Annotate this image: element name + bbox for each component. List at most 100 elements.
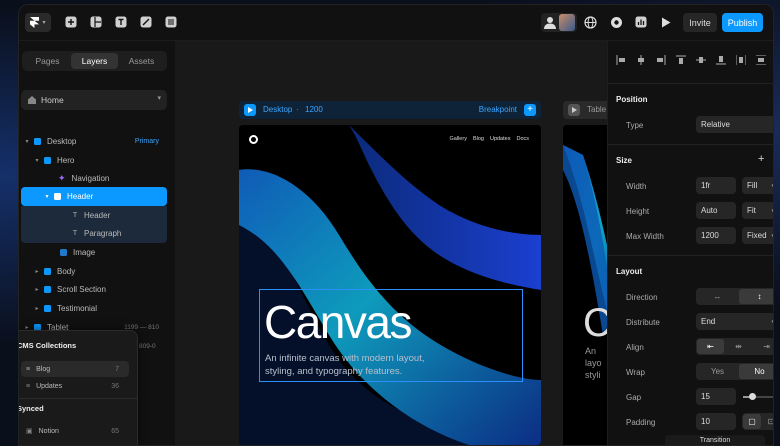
layer-hero[interactable]: ▾ Hero (33, 151, 74, 169)
layer-testimonial[interactable]: ▸ Testimonial (33, 299, 97, 317)
play-preview-icon[interactable] (659, 15, 673, 29)
globe-icon[interactable] (583, 15, 597, 29)
tablet-hero-subtitle: An layo styli (585, 345, 602, 381)
align-right-icon[interactable] (656, 55, 666, 65)
max-width-label: Max Width (626, 232, 664, 241)
direction-vertical-icon[interactable]: ↕ (739, 289, 773, 304)
height-mode-select[interactable]: Fit ▾ (742, 202, 773, 219)
layer-desktop[interactable]: ▾ Desktop Primary (23, 132, 167, 150)
nav-link-updates[interactable]: Updates (490, 136, 511, 142)
add-breakpoint-button[interactable]: + (524, 104, 536, 116)
cms-item-updates[interactable]: ≡ Updates 36 (21, 378, 129, 394)
gap-slider-handle[interactable] (749, 393, 756, 400)
layer-navigation[interactable]: ✦ Navigation (58, 169, 109, 187)
top-toolbar: ▾ Invite Publish (19, 5, 773, 41)
nav-link-gallery[interactable]: Gallery (450, 136, 467, 142)
cms-database-icon[interactable] (164, 15, 178, 29)
height-mode-value: Fit (747, 206, 756, 215)
align-center-icon[interactable]: ⇹ (725, 339, 752, 354)
width-mode-select[interactable]: Fill ▾ (742, 177, 773, 194)
layout-icon[interactable] (89, 15, 103, 29)
direction-label: Direction (626, 293, 658, 302)
desktop-frame-header[interactable]: Desktop · 1200 Breakpoint + (239, 101, 541, 119)
play-frame-icon[interactable] (244, 104, 256, 116)
align-end-icon[interactable]: ⇥ (753, 339, 773, 354)
canvas[interactable]: Desktop · 1200 Breakpoint + Gallery Blog… (175, 41, 623, 445)
invite-button[interactable]: Invite (683, 13, 717, 32)
max-width-value: 1200 (701, 231, 719, 240)
layer-header-text[interactable]: T Header (71, 206, 110, 224)
cms-collections-popup: CMS Collections ≡ Blog 7 ≡ Updates 36 Sy… (19, 330, 138, 445)
frame-separator: · (296, 105, 299, 114)
insert-icon[interactable] (64, 15, 78, 29)
layer-scroll-section[interactable]: ▸ Scroll Section (33, 280, 105, 298)
align-center-h-icon[interactable] (636, 55, 646, 65)
framer-menu-button[interactable]: ▾ (25, 13, 51, 32)
stack-icon (44, 267, 51, 275)
align-top-icon[interactable] (676, 55, 686, 65)
text-tool-icon[interactable] (114, 15, 128, 29)
site-logo-icon (249, 135, 258, 144)
cms-item-notion[interactable]: ▣ Notion 65 (21, 423, 129, 439)
padding-uniform-icon[interactable]: ▢ (743, 414, 761, 429)
caret-down-icon: ▾ (45, 193, 49, 200)
align-start-icon[interactable]: ⇤ (697, 339, 724, 354)
distribute-v-icon[interactable] (756, 55, 766, 65)
padding-input[interactable]: 10 (696, 413, 736, 430)
layer-paragraph[interactable]: T Paragraph (71, 224, 122, 242)
layer-header[interactable]: ▾ Header (43, 187, 93, 205)
gap-slider[interactable] (743, 393, 773, 400)
chevron-down-icon: ▾ (157, 95, 161, 102)
layer-image[interactable]: Image (60, 243, 95, 261)
width-input[interactable]: 1fr (696, 177, 736, 194)
frame-width: 1200 (305, 105, 323, 114)
settings-gear-icon[interactable] (609, 15, 623, 29)
image-icon (60, 248, 67, 256)
analytics-icon[interactable] (634, 15, 648, 29)
padding-individual-icon[interactable]: ⊡ (762, 414, 773, 429)
align-left-icon[interactable] (616, 55, 626, 65)
add-size-button[interactable]: + (758, 153, 764, 165)
layer-label: Paragraph (84, 228, 122, 238)
position-type-select[interactable]: Relative (696, 116, 773, 133)
cms-item-blog[interactable]: ≡ Blog 7 (21, 361, 129, 377)
desktop-frame[interactable]: Gallery Blog Updates Docs Canvas An infi… (239, 125, 541, 445)
align-bottom-icon[interactable] (716, 55, 726, 65)
distribute-label: Distribute (626, 318, 660, 327)
nav-link-docs[interactable]: Docs (516, 136, 529, 142)
nav-link-blog[interactable]: Blog (473, 136, 484, 142)
max-width-mode-select[interactable]: Fixed ▾ (742, 227, 773, 244)
tab-layers[interactable]: Layers (71, 53, 118, 69)
height-input[interactable]: Auto (696, 202, 736, 219)
gap-label: Gap (626, 393, 642, 402)
align-label: Align (626, 343, 644, 352)
wrap-no-option[interactable]: No (739, 364, 773, 379)
text-icon: T (72, 211, 78, 219)
tablet-subtitle-line: An (585, 346, 597, 356)
align-center-v-icon[interactable] (696, 55, 706, 65)
vector-pen-icon[interactable] (139, 15, 153, 29)
play-frame-icon[interactable] (568, 104, 580, 116)
direction-horizontal-icon[interactable]: ↔ (697, 289, 738, 304)
transition-tab[interactable]: Transition (665, 435, 765, 445)
collaborators[interactable] (541, 13, 577, 32)
gap-input[interactable]: 15 (696, 388, 736, 405)
distribute-select[interactable]: End ▾ (696, 313, 773, 330)
stack-icon (44, 285, 51, 293)
page-select[interactable]: Home ▾ (21, 90, 167, 110)
wrap-yes-option[interactable]: Yes (697, 364, 738, 379)
layout-section-title: Layout (616, 267, 643, 276)
layer-body[interactable]: ▸ Body (33, 262, 75, 280)
publish-button[interactable]: Publish (722, 13, 763, 32)
caret-right-icon: ▸ (35, 305, 39, 312)
database-icon: ≡ (26, 365, 31, 373)
tab-pages[interactable]: Pages (24, 53, 71, 69)
width-value: 1fr (701, 181, 711, 190)
panel-tabs: Pages Layers Assets (22, 51, 167, 71)
stack-icon (44, 304, 51, 312)
tab-assets[interactable]: Assets (118, 53, 165, 69)
distribute-h-icon[interactable] (736, 55, 746, 65)
phone-breakpoint-range: 809-0 (139, 342, 156, 350)
distribute-value: End (701, 317, 716, 326)
max-width-input[interactable]: 1200 (696, 227, 736, 244)
